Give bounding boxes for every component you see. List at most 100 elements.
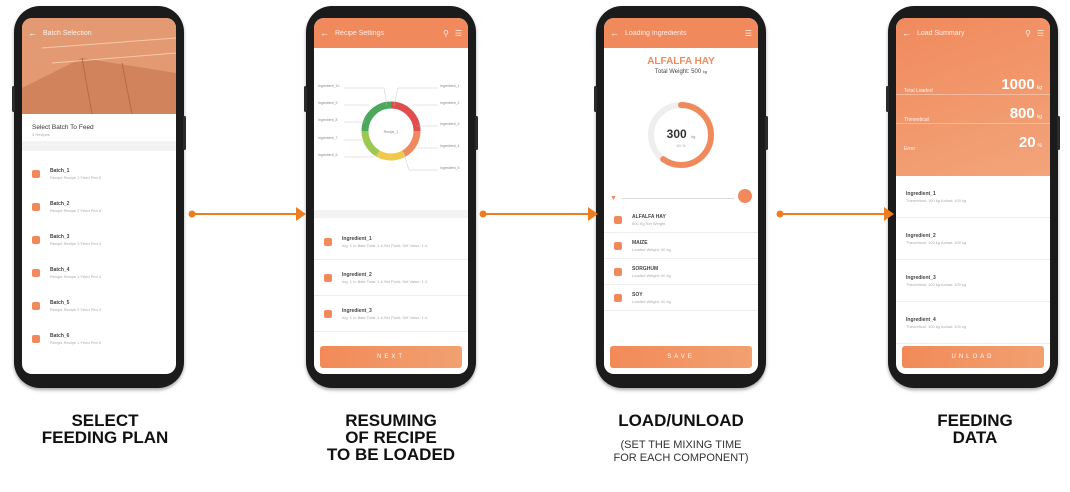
item-sub: Recipe Recipe 2 Feed Pen 3 [50, 306, 102, 312]
item-title: Batch_5 [50, 299, 70, 306]
unload-button[interactable]: UNLOAD [902, 346, 1044, 368]
app-bar-title: Batch Selection [43, 29, 92, 37]
filter-icon[interactable]: ▼ [610, 195, 617, 202]
ingredient-icon [324, 273, 332, 282]
app-bar: ← Loading Ingredients ☰ [604, 18, 758, 48]
item-sub: Recipe Recipe 1 Feed Pen 4 [50, 273, 102, 279]
gauge-value: 300 [666, 127, 687, 141]
phone-loading-ingredients: ← Loading Ingredients ☰ ALFALFA HAY Tota… [594, 6, 768, 388]
donut-label-right: Ingredient_2 [440, 101, 460, 105]
donut-center-label: Recipe_1 [384, 130, 399, 134]
ingredient-icon [324, 309, 332, 318]
total-weight-unit: kg [702, 69, 708, 74]
arrow-1 [188, 207, 306, 221]
item-title: ALFALFA HAY [632, 213, 666, 220]
next-button[interactable]: NEXT [320, 346, 462, 368]
list-item[interactable]: Batch_3 Recipe Recipe 3 Feed Pen 4 [22, 223, 176, 256]
list-item[interactable]: Batch_5 Recipe Recipe 2 Feed Pen 3 [22, 289, 176, 322]
caption-line: OF RECIPE [345, 428, 437, 447]
list-item[interactable]: Ingredient_1 Theoretical: 100 kg Actual: … [896, 176, 1050, 218]
list-item[interactable]: Batch_1 Recipe Recipe 1 Feed Pen 9 [22, 157, 176, 190]
power-button [1057, 116, 1060, 150]
divider [314, 210, 468, 218]
item-title: Ingredient_2 [906, 232, 936, 239]
list-item[interactable]: ALFALFA HAY 500 Kg Set Weight [604, 207, 758, 233]
screen-loading-ingredients: ← Loading Ingredients ☰ ALFALFA HAY Tota… [604, 18, 758, 374]
donut-label-left: Ingredient_8 [318, 118, 338, 122]
item-sub: Theoretical: 100 kg Actual: 100 kg [906, 323, 967, 329]
list-item[interactable]: Ingredient_3 Theoretical: 100 kg Actual: … [896, 260, 1050, 302]
caption-line: FEEDING PLAN [41, 428, 169, 447]
list-item[interactable]: Ingredient_4 Theoretical: 100 kg Actual: … [896, 302, 1050, 344]
phone-recipe-settings: ← Recipe Settings ⚲ ☰ Recipe_1 Ingredien… [304, 6, 478, 388]
caption-load-unload: LOAD/UNLOAD [570, 412, 792, 429]
section-header: Select Batch To Feed 3 Recipes [22, 114, 176, 141]
app-bar: ← Recipe Settings ⚲ ☰ [314, 18, 468, 48]
divider [22, 141, 176, 151]
gauge-readout: 300 kg 60 % [604, 125, 758, 148]
arrow-3 [776, 207, 894, 221]
app-bar: ← Batch Selection [22, 18, 176, 48]
app-bar: ← Load Summary ⚲ ☰ [896, 18, 1050, 48]
caption-note-line: FOR EACH COMPONENT) [613, 452, 749, 464]
list-item[interactable]: Ingredient_2 Theoretical: 100 kg Actual: … [896, 218, 1050, 260]
stat-unit: kg [1036, 85, 1042, 91]
volume-button [594, 86, 597, 112]
list-item[interactable]: SORGHUM Loaded Weight: 00 kg [604, 259, 758, 285]
summary-stats: Total Loaded 1000 kg Theoretical 800 kg Erro… [896, 48, 1050, 152]
donut-label-left: Ingredient_6 [318, 153, 338, 157]
volume-button [304, 86, 307, 112]
list-item[interactable]: Ingredient_2 Ing. 1 In Bale Total: 1.6 Se… [314, 260, 468, 296]
caption-select-feeding-plan: SELECT FEEDING PLAN [0, 412, 210, 446]
summary-list: Ingredient_1 Theoretical: 100 kg Actual: … [896, 176, 1050, 344]
item-title: MAIZE [632, 239, 648, 246]
ingredient-icon [614, 215, 622, 224]
list-item[interactable]: Batch_4 Recipe Recipe 1 Feed Pen 4 [22, 256, 176, 289]
divider-line [622, 198, 734, 199]
donut-label-right: Ingredient_4 [440, 144, 460, 148]
gauge-area: 300 kg 60 % [604, 75, 758, 193]
list-item[interactable]: SOY Loaded Weight: 00 kg [604, 285, 758, 311]
back-arrow-icon[interactable]: ← [28, 28, 37, 38]
item-title: Batch_6 [50, 332, 70, 339]
search-icon[interactable]: ⚲ [1025, 29, 1031, 38]
menu-icon[interactable]: ☰ [745, 29, 752, 38]
item-sub: Theoretical: 100 kg Actual: 100 kg [906, 281, 967, 287]
stat-label: Total Loaded [904, 88, 933, 94]
list-item[interactable]: Ingredient_1 Ing. 1 In Bale Total: 1.6 Se… [314, 224, 468, 260]
item-title: SORGHUM [632, 265, 659, 272]
search-icon[interactable]: ⚲ [443, 29, 449, 38]
app-bar-title: Load Summary [917, 29, 965, 37]
menu-icon[interactable]: ☰ [455, 29, 462, 38]
recipe-donut-chart: Recipe_1 Ingredient_10 Ingredient_9 Ingr… [318, 84, 460, 171]
item-sub: Loaded Weight: 00 kg [632, 246, 671, 252]
item-title: SOY [632, 291, 643, 298]
phone-select-feeding-plan: ← Batch Selection Select Batch To Feed 3… [12, 6, 186, 388]
stat-value: 20 [1018, 134, 1036, 151]
item-sub: Ing. 1 In Bale Total: 1.6 Set Point: Set… [342, 278, 428, 284]
item-sub: Recipe Recipe 3 Feed Pen 4 [50, 240, 102, 246]
ingredient-icon [614, 267, 622, 276]
item-sub: Recipe Recipe 1 Feed Pen 5 [50, 339, 102, 345]
volume-button [12, 86, 15, 112]
phone-load-summary: ← Load Summary ⚲ ☰ Total Loaded 1000 kg Th… [886, 6, 1060, 388]
back-arrow-icon[interactable]: ← [320, 28, 329, 38]
item-title: Batch_3 [50, 233, 70, 240]
batch-icon [32, 268, 40, 277]
section-subtitle: 3 Recipes [32, 132, 50, 137]
list-item[interactable]: Batch_6 Recipe Recipe 1 Feed Pen 5 [22, 322, 176, 355]
list-item[interactable]: Ingredient_3 Ing. 1 In Bale Total: 1.6 Se… [314, 296, 468, 332]
save-button[interactable]: SAVE [610, 346, 752, 368]
item-title: Batch_2 [50, 200, 70, 207]
power-button [183, 116, 186, 150]
donut-label-left: Ingredient_10 [318, 84, 339, 88]
donut-label-right: Ingredient_1 [440, 84, 460, 88]
batch-icon [32, 169, 40, 178]
donut-label-left: Ingredient_7 [318, 136, 338, 140]
list-item[interactable]: MAIZE Loaded Weight: 00 kg [604, 233, 758, 259]
back-arrow-icon[interactable]: ← [902, 28, 911, 38]
menu-icon[interactable]: ☰ [1037, 29, 1044, 38]
fab-button[interactable] [738, 189, 752, 203]
list-item[interactable]: Batch_2 Recipe Recipe 2 Feed Pen 8 [22, 190, 176, 223]
back-arrow-icon[interactable]: ← [610, 28, 619, 38]
